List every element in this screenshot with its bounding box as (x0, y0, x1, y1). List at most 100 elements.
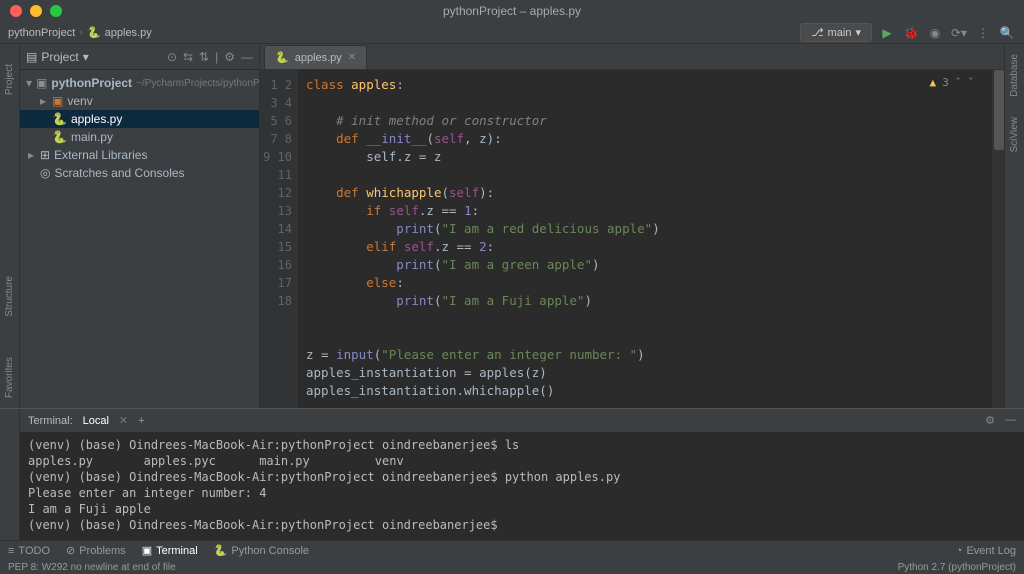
terminal-panel: Terminal: Local ✕ + ⚙ — (venv) (base) Oi… (0, 408, 1024, 540)
project-sidebar: ▤ Project ▾ ⊙ ⇆ ⇅ | ⚙ — ▾ ▣ pythonProjec… (20, 44, 260, 408)
database-tool-button[interactable]: Database (1009, 54, 1020, 97)
file-label: main.py (71, 130, 113, 144)
tab-label: apples.py (295, 52, 342, 64)
structure-tool-button[interactable]: Structure (4, 276, 15, 317)
sidebar-header: ▤ Project ▾ ⊙ ⇆ ⇅ | ⚙ — (20, 44, 259, 70)
main-area: Project Structure Favorites ▤ Project ▾ … (0, 44, 1024, 408)
terminal-tab-local[interactable]: Local (83, 415, 109, 427)
git-branch-selector[interactable]: ⎇ main ▾ (800, 23, 872, 42)
tree-venv[interactable]: ▸ ▣ venv (20, 92, 259, 110)
debug-button[interactable]: 🐞 (902, 24, 920, 42)
run-button[interactable]: ▶ (878, 24, 896, 42)
editor-tab-apples[interactable]: 🐍 apples.py ✕ (264, 45, 367, 69)
breadcrumb-project[interactable]: pythonProject (8, 27, 75, 39)
editor-tabs: 🐍 apples.py ✕ (260, 44, 1004, 70)
status-interpreter[interactable]: Python 2.7 (pythonProject) (898, 562, 1016, 573)
external-label: External Libraries (54, 148, 147, 162)
python-console-tool-button[interactable]: 🐍Python Console (214, 544, 309, 557)
expand-all-icon[interactable]: ⇆ (183, 50, 193, 64)
sciview-tool-button[interactable]: SciView (1009, 117, 1020, 152)
titlebar: pythonProject – apples.py (0, 0, 1024, 22)
project-name: pythonProject (51, 76, 132, 90)
settings-icon[interactable]: ⚙ (224, 50, 235, 64)
project-tree: ▾ ▣ pythonProject ~/PycharmProjects/pyth… (20, 70, 259, 186)
tool-window-bar: ≡TODO ⊘Problems ▣Terminal 🐍Python Consol… (0, 540, 1024, 560)
venv-label: venv (67, 94, 92, 108)
status-bar: PEP 8: W292 no newline at end of file Py… (0, 560, 1024, 574)
terminal-left-gutter (0, 409, 20, 540)
terminal-icon: ▣ (142, 544, 152, 557)
breadcrumb: pythonProject › 🐍 apples.py (8, 26, 152, 39)
project-path: ~/PycharmProjects/pythonProje (136, 78, 259, 89)
hide-icon[interactable]: — (241, 50, 253, 64)
scrollbar-thumb[interactable] (994, 70, 1004, 150)
status-message: PEP 8: W292 no newline at end of file (8, 562, 176, 573)
scrollbar-track[interactable] (992, 70, 1004, 408)
chevron-down-icon: ▾ (83, 50, 89, 64)
scratches-label: Scratches and Consoles (54, 166, 184, 180)
todo-icon: ≡ (8, 545, 14, 557)
window-title: pythonProject – apples.py (0, 4, 1024, 18)
project-view-icon: ▤ (26, 50, 37, 64)
tree-file-main[interactable]: 🐍 main.py (20, 128, 259, 146)
event-log-button[interactable]: ◔Event Log (956, 545, 1016, 557)
add-terminal-tab-icon[interactable]: + (138, 415, 144, 427)
hide-terminal-icon[interactable]: — (1005, 414, 1016, 427)
right-gutter: Database SciView (1004, 44, 1024, 408)
python-file-icon: 🐍 (87, 26, 101, 39)
favorites-tool-button[interactable]: Favorites (4, 357, 15, 398)
sidebar-title-group[interactable]: ▤ Project ▾ (26, 50, 89, 64)
more-run-options-button[interactable]: ⟳▾ (950, 24, 968, 42)
close-tab-icon[interactable]: ✕ (348, 52, 356, 63)
problems-icon: ⊘ (66, 544, 75, 557)
chevron-down-icon[interactable]: ˇ (967, 76, 974, 89)
terminal-tool-button[interactable]: ▣Terminal (142, 544, 198, 557)
tree-external[interactable]: ▸ ⊞ External Libraries (20, 146, 259, 164)
terminal-title: Terminal: (28, 415, 73, 427)
warning-icon: ▲ (930, 76, 937, 89)
line-numbers: 1 2 3 4 5 6 7 8 9 10 11 12 13 14 15 16 1… (260, 70, 298, 408)
navigation-bar: pythonProject › 🐍 apples.py ⎇ main ▾ ▶ 🐞… (0, 22, 1024, 44)
library-icon: ⊞ (40, 148, 50, 162)
scratch-icon: ◎ (40, 166, 50, 180)
file-label: apples.py (71, 112, 122, 126)
chevron-down-icon: ▾ (26, 78, 32, 88)
code-area[interactable]: 1 2 3 4 5 6 7 8 9 10 11 12 13 14 15 16 1… (260, 70, 1004, 408)
terminal-output[interactable]: (venv) (base) Oindrees-MacBook-Air:pytho… (20, 433, 1024, 540)
branch-icon: ⎇ (811, 26, 824, 39)
run-with-coverage-button[interactable]: ◉ (926, 24, 944, 42)
chevron-right-icon: ▸ (38, 96, 48, 106)
sidebar-actions: ⊙ ⇆ ⇅ | ⚙ — (167, 50, 253, 64)
sidebar-title: Project (41, 50, 78, 64)
problems-tool-button[interactable]: ⊘Problems (66, 544, 126, 557)
folder-icon: ▣ (36, 76, 47, 90)
project-tool-button[interactable]: Project (4, 64, 15, 95)
search-everywhere-button[interactable]: 🔍 (998, 24, 1016, 42)
select-opened-file-icon[interactable]: ⊙ (167, 50, 177, 64)
terminal-settings-icon[interactable]: ⚙ (985, 414, 995, 427)
tree-file-apples[interactable]: 🐍 apples.py (20, 110, 259, 128)
code-text[interactable]: class apples: # init method or construct… (298, 70, 1004, 408)
python-file-icon: 🐍 (275, 51, 289, 64)
breadcrumb-separator: › (79, 27, 83, 39)
chevron-right-icon: ▸ (26, 150, 36, 160)
folder-icon: ▣ (52, 94, 63, 108)
chevron-up-icon[interactable]: ˆ (955, 76, 962, 89)
left-gutter: Project Structure Favorites (0, 44, 20, 408)
branch-name: main (828, 27, 852, 39)
python-file-icon: 🐍 (52, 130, 67, 144)
tree-scratches[interactable]: ◎ Scratches and Consoles (20, 164, 259, 182)
tree-root[interactable]: ▾ ▣ pythonProject ~/PycharmProjects/pyth… (20, 74, 259, 92)
python-file-icon: 🐍 (52, 112, 67, 126)
chevron-down-icon: ▾ (855, 26, 861, 39)
toolbar-separator: ⋮ (974, 24, 992, 42)
run-toolbar: ⎇ main ▾ ▶ 🐞 ◉ ⟳▾ ⋮ 🔍 (800, 23, 1016, 42)
editor: 🐍 apples.py ✕ 1 2 3 4 5 6 7 8 9 10 11 12… (260, 44, 1004, 408)
close-terminal-tab-icon[interactable]: ✕ (119, 414, 128, 427)
sidebar-separator: | (215, 50, 218, 64)
log-icon: ◔ (956, 545, 963, 557)
todo-tool-button[interactable]: ≡TODO (8, 544, 50, 557)
breadcrumb-file[interactable]: apples.py (105, 27, 152, 39)
collapse-all-icon[interactable]: ⇅ (199, 50, 209, 64)
inspection-badge[interactable]: ▲ 3 ˆ ˇ (930, 76, 975, 89)
